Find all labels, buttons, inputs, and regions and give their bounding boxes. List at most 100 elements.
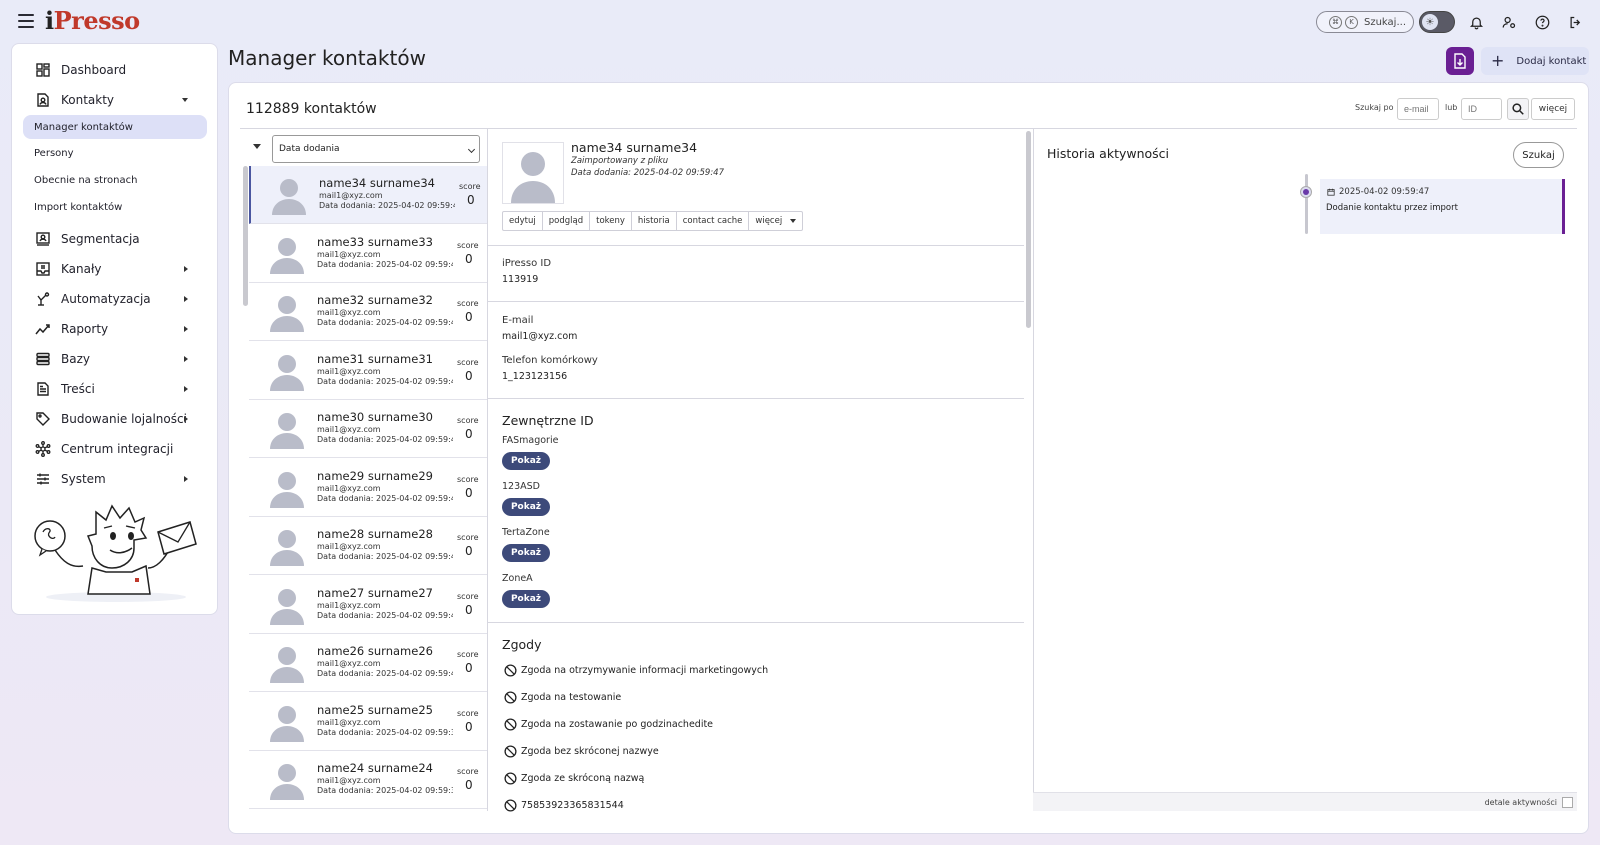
contact-list-item[interactable]: name28 surname28 mail1@xyz.com Data dodani… bbox=[249, 517, 487, 575]
consent-item: Zgoda bez skróconej nazwye bbox=[504, 743, 659, 759]
sidebar-item-system[interactable]: System bbox=[12, 466, 219, 492]
show-external-id-button[interactable]: Pokaż bbox=[502, 498, 550, 516]
add-contact-button[interactable]: + Dodaj kontakt bbox=[1481, 47, 1589, 75]
contact-list-item[interactable]: name31 surname31 mail1@xyz.com Data dodani… bbox=[249, 341, 487, 400]
avatar-placeholder-icon bbox=[272, 179, 306, 215]
contact-item-email: mail1@xyz.com bbox=[317, 600, 381, 610]
contact-item-date: Data dodania: 2025-04-02 09:59:44 bbox=[317, 376, 453, 386]
contact-list-item[interactable]: name24 surname24 mail1@xyz.com Data dodani… bbox=[249, 751, 487, 809]
search-icon bbox=[1512, 103, 1524, 115]
sidebar-item-kanaly[interactable]: Kanały bbox=[12, 256, 219, 282]
content-icon bbox=[37, 382, 49, 396]
caret-down-icon bbox=[790, 219, 797, 223]
contact-list-item[interactable]: name34 surname34 mail1@xyz.com Data dodani… bbox=[249, 166, 487, 224]
contact-item-score: 0 bbox=[465, 485, 473, 500]
history-button[interactable]: historia bbox=[632, 212, 677, 230]
bell-icon[interactable] bbox=[1466, 12, 1486, 32]
sort-select[interactable]: Data dodania bbox=[272, 135, 480, 163]
sort-direction-toggle[interactable] bbox=[253, 144, 261, 149]
database-icon bbox=[36, 352, 50, 366]
contact-item-score: 0 bbox=[465, 368, 473, 383]
sidebar-item-kontakty[interactable]: Kontakty bbox=[12, 87, 219, 113]
contact-list-item[interactable]: name33 surname33 mail1@xyz.com Data dodani… bbox=[249, 224, 487, 283]
email-label: E-mail bbox=[502, 315, 534, 326]
contact-item-score-label: score bbox=[457, 299, 479, 308]
sun-icon: ☀ bbox=[1422, 14, 1438, 30]
contact-added-date: Data dodania: 2025-04-02 09:59:47 bbox=[571, 168, 724, 178]
sidebar-item-centrum-integracji[interactable]: Centrum integracji bbox=[12, 436, 219, 462]
history-entry-date: 2025-04-02 09:59:47 bbox=[1327, 187, 1429, 197]
external-id-name: FASmagorie bbox=[502, 435, 559, 446]
contact-list-item[interactable]: name30 surname30 mail1@xyz.com Data dodani… bbox=[249, 400, 487, 458]
edit-button[interactable]: edytuj bbox=[503, 212, 543, 230]
contact-item-email: mail1@xyz.com bbox=[317, 366, 381, 376]
sidebar: Dashboard Kontakty Manager kontaktów Per… bbox=[11, 43, 218, 615]
show-external-id-button[interactable]: Pokaż bbox=[502, 590, 550, 608]
add-contact-label: Dodaj kontakt bbox=[1516, 55, 1587, 67]
tokens-button[interactable]: tokeny bbox=[590, 212, 632, 230]
chevron-right-icon bbox=[184, 296, 188, 302]
history-search-button[interactable]: Szukaj bbox=[1513, 142, 1564, 168]
consent-item: Zgoda na otrzymywanie informacji marketi… bbox=[504, 662, 768, 678]
sidebar-item-dashboard[interactable]: Dashboard bbox=[12, 57, 219, 83]
help-icon[interactable] bbox=[1532, 12, 1552, 32]
activity-details-label: detale aktywności bbox=[1484, 798, 1557, 807]
sidebar-item-label: Treści bbox=[61, 382, 95, 396]
global-search-button[interactable]: ⌘ K Szukaj... bbox=[1316, 11, 1414, 33]
contact-list-item[interactable]: name26 surname26 mail1@xyz.com Data dodani… bbox=[249, 634, 487, 692]
export-pdf-button[interactable] bbox=[1446, 47, 1474, 75]
consent-item: Zgoda na testowanie bbox=[504, 689, 621, 705]
more-search-button[interactable]: więcej bbox=[1531, 98, 1575, 120]
theme-toggle[interactable]: ☀ bbox=[1419, 11, 1455, 33]
contact-list-item[interactable]: name32 surname32 mail1@xyz.com Data dodani… bbox=[249, 283, 487, 341]
ipresso-logo[interactable]: iPresso bbox=[45, 6, 140, 35]
contact-item-name: name33 surname33 bbox=[317, 234, 433, 249]
contact-list-item[interactable]: name29 surname29 mail1@xyz.com Data dodani… bbox=[249, 458, 487, 517]
sidebar-item-label: Raporty bbox=[61, 322, 109, 336]
logout-icon[interactable] bbox=[1565, 12, 1585, 32]
calendar-icon bbox=[1327, 188, 1335, 196]
contact-avatar bbox=[502, 142, 564, 204]
contact-list-item[interactable]: name25 surname25 mail1@xyz.com Data dodani… bbox=[249, 692, 487, 751]
contact-list-scrollbar[interactable] bbox=[243, 166, 248, 306]
chevron-right-icon bbox=[184, 356, 188, 362]
contact-item-email: mail1@xyz.com bbox=[319, 191, 383, 200]
chevron-right-icon bbox=[184, 416, 188, 422]
search-button[interactable] bbox=[1507, 98, 1529, 120]
sidebar-item-budowanie-lojalnosci[interactable]: Budowanie lojalności bbox=[12, 406, 219, 432]
sidebar-subitem-import-kontaktow[interactable]: Import kontaktów bbox=[23, 195, 207, 219]
sidebar-item-automatyzacja[interactable]: Automatyzacja bbox=[12, 286, 219, 312]
sidebar-subitem-persony[interactable]: Persony bbox=[23, 141, 207, 165]
chevron-right-icon bbox=[184, 476, 188, 482]
more-actions-button[interactable]: więcej bbox=[749, 212, 802, 230]
avatar-placeholder-icon bbox=[270, 354, 304, 391]
contact-item-email: mail1@xyz.com bbox=[317, 249, 381, 259]
detail-scrollbar[interactable] bbox=[1026, 131, 1031, 328]
blocked-icon bbox=[504, 717, 517, 731]
show-external-id-button[interactable]: Pokaż bbox=[502, 544, 550, 562]
activity-details-checkbox[interactable] bbox=[1562, 797, 1573, 808]
consent-item: Zgoda na zostawanie po godzinachedite bbox=[504, 716, 713, 732]
contact-cache-button[interactable]: contact cache bbox=[677, 212, 750, 230]
search-id-input[interactable] bbox=[1461, 98, 1502, 120]
show-external-id-button[interactable]: Pokaż bbox=[502, 452, 550, 470]
sidebar-item-tresci[interactable]: Treści bbox=[12, 376, 219, 402]
contact-item-name: name27 surname27 bbox=[317, 585, 433, 600]
history-entry[interactable]: 2025-04-02 09:59:47 Dodanie kontaktu prz… bbox=[1320, 179, 1565, 234]
sidebar-subitem-obecnie-na-stronach[interactable]: Obecnie na stronach bbox=[23, 168, 207, 192]
contact-item-score: 0 bbox=[465, 661, 473, 675]
contact-item-date: Data dodania: 2025-04-02 09:59:41 bbox=[317, 552, 453, 561]
sidebar-item-raporty[interactable]: Raporty bbox=[12, 316, 219, 342]
search-email-input[interactable] bbox=[1397, 98, 1439, 120]
contact-list-item[interactable]: name27 surname27 mail1@xyz.com Data dodani… bbox=[249, 575, 487, 634]
sidebar-item-bazy[interactable]: Bazy bbox=[12, 346, 219, 372]
user-settings-icon[interactable] bbox=[1499, 12, 1519, 32]
sidebar-item-segmentacja[interactable]: Segmentacja bbox=[12, 226, 219, 252]
phone-label: Telefon komórkowy bbox=[502, 355, 598, 366]
sidebar-subitem-manager-kontaktow[interactable]: Manager kontaktów bbox=[23, 115, 207, 139]
blocked-icon bbox=[504, 771, 517, 785]
menu-toggle-icon[interactable] bbox=[18, 14, 34, 28]
contact-item-name: name29 surname29 bbox=[317, 468, 433, 483]
contact-item-email: mail1@xyz.com bbox=[317, 717, 381, 727]
preview-button[interactable]: podgląd bbox=[543, 212, 591, 230]
